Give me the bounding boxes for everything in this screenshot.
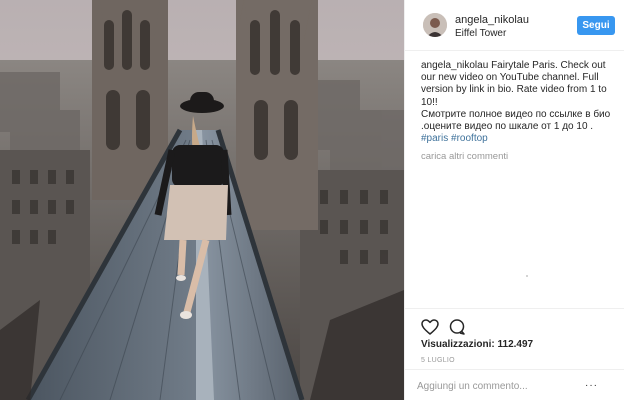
avatar-image [423, 13, 447, 37]
comment-input[interactable] [417, 379, 577, 393]
caption-author[interactable]: angela_nikolau [421, 60, 488, 71]
load-more-comments[interactable]: carica altri commenti [421, 151, 508, 162]
comment-bar: ··· [405, 369, 624, 402]
post-actions: Visualizzazioni: 112.497 5 LUGLIO ··· [405, 308, 624, 401]
rooftop-photo-image [0, 0, 404, 400]
heart-icon[interactable] [420, 317, 440, 337]
follow-button[interactable]: Segui [577, 16, 615, 35]
post-details-panel: angela_nikolau Eiffel Tower Segui angela… [404, 0, 624, 400]
caption: angela_nikolau Fairytale Paris. Check ou… [421, 60, 617, 145]
username-link[interactable]: angela_nikolau [455, 14, 529, 26]
avatar[interactable] [423, 13, 447, 37]
post-photo[interactable] [0, 0, 404, 400]
caption-text-ru: Смотрите полное видео по ссылке в био .о… [421, 108, 611, 133]
comment-bubble-icon[interactable] [447, 317, 467, 337]
more-dots-icon[interactable]: ··· [585, 380, 598, 391]
post-date[interactable]: 5 LUGLIO [421, 357, 455, 364]
location-link[interactable]: Eiffel Tower [455, 28, 506, 39]
hashtag-rooftop[interactable]: #rooftop [451, 133, 488, 144]
scroll-indicator [526, 275, 528, 277]
views-count[interactable]: Visualizzazioni: 112.497 [421, 339, 533, 350]
post-header: angela_nikolau Eiffel Tower Segui [405, 0, 624, 51]
hashtag-paris[interactable]: #paris [421, 133, 448, 144]
